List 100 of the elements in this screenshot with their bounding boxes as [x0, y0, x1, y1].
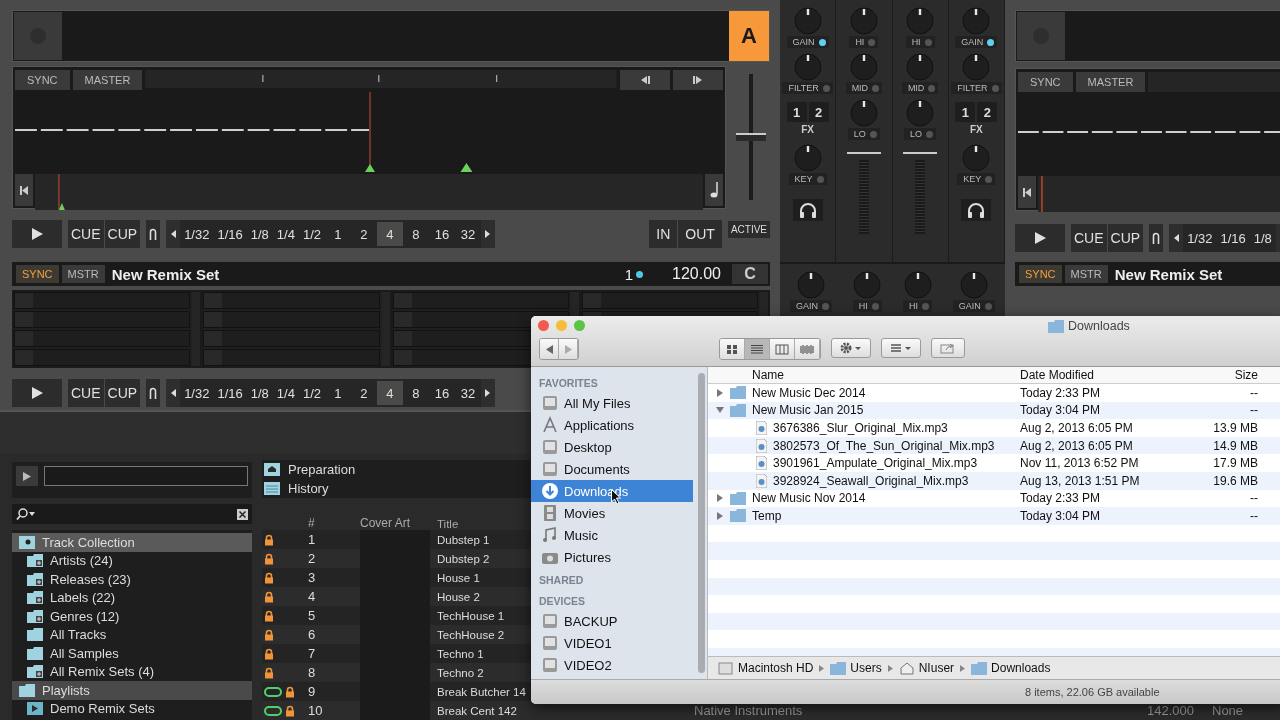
- tempo-button[interactable]: [705, 174, 723, 206]
- loop-size-button[interactable]: 1: [325, 222, 351, 246]
- column-header[interactable]: #: [308, 516, 360, 530]
- fx-unit-button[interactable]: 1: [955, 102, 976, 122]
- loop-size-button[interactable]: 8: [403, 381, 429, 405]
- jump-to-start-button[interactable]: [1018, 176, 1036, 208]
- view-mode-button[interactable]: [720, 339, 745, 359]
- tree-item[interactable]: Genres (12): [12, 607, 252, 626]
- loop-size-button[interactable]: 1/32: [1183, 226, 1217, 250]
- cue-monitor-button[interactable]: [792, 199, 823, 221]
- loop-size-button[interactable]: 2: [351, 381, 377, 405]
- loop-size-button[interactable]: 1/2: [298, 222, 325, 246]
- loop-size-button[interactable]: 16: [429, 381, 455, 405]
- view-mode-button[interactable]: [745, 339, 770, 359]
- sidebar-item[interactable]: Documents: [531, 458, 693, 480]
- play-button[interactable]: [12, 379, 62, 407]
- loop-size-button[interactable]: 4: [377, 222, 403, 246]
- loop-size-button[interactable]: 1/8: [1249, 226, 1276, 250]
- loop-size-button[interactable]: 1/8: [246, 381, 273, 405]
- cup-button[interactable]: CUP: [1107, 224, 1144, 252]
- tree-item[interactable]: Releases (23): [12, 570, 252, 589]
- sync-button[interactable]: SYNC: [15, 70, 70, 90]
- sidebar-item[interactable]: Music: [531, 524, 693, 546]
- sidebar-item[interactable]: All My Files: [531, 392, 693, 414]
- fx-unit-button[interactable]: 1: [786, 102, 807, 122]
- loop-size-button[interactable]: 1/16: [213, 381, 247, 405]
- action-menu-button[interactable]: [831, 338, 871, 358]
- loop-in-button[interactable]: IN: [649, 220, 678, 248]
- play-button[interactable]: [12, 220, 62, 248]
- loop-size-button[interactable]: 1/16: [1216, 226, 1250, 250]
- loop-size-button[interactable]: 4: [377, 381, 403, 405]
- column-header[interactable]: Date Modified: [1008, 368, 1208, 382]
- path-item[interactable]: Macintosh HD: [718, 661, 814, 675]
- tree-item[interactable]: All Remix Sets (4): [12, 662, 252, 681]
- active-button[interactable]: ACTIVE: [727, 220, 770, 238]
- loop-size-button[interactable]: 1/4: [272, 381, 299, 405]
- arrange-menu-button[interactable]: [881, 338, 921, 358]
- loop-size-button[interactable]: 1/2: [298, 381, 325, 405]
- fx-unit-button[interactable]: 2: [977, 102, 998, 122]
- sidebar-item[interactable]: Movies: [531, 502, 693, 524]
- disclosure-triangle-icon[interactable]: [716, 388, 724, 397]
- tree-item[interactable]: Labels (22): [12, 588, 252, 607]
- file-name[interactable]: 3802573_Of_The_Sun_Original_Mix.mp3: [773, 438, 995, 453]
- loop-button[interactable]: [146, 220, 161, 248]
- loop-out-button[interactable]: OUT: [678, 220, 722, 248]
- column-header[interactable]: Cover Art: [360, 516, 430, 530]
- tree-item[interactable]: Playlists: [12, 681, 252, 700]
- channel-fader[interactable]: [903, 152, 938, 234]
- file-name[interactable]: New Music Dec 2014: [752, 385, 866, 400]
- loop-size-button[interactable]: 1/32: [180, 381, 214, 405]
- loop-size-button[interactable]: 1/16: [213, 222, 247, 246]
- cue-button[interactable]: CUE: [68, 220, 104, 248]
- column-header[interactable]: Title: [430, 518, 459, 530]
- path-item[interactable]: Downloads: [971, 661, 1051, 675]
- tempo-slider[interactable]: [736, 74, 766, 200]
- master-button[interactable]: MSTR: [1064, 265, 1108, 283]
- loop-size-button[interactable]: 16: [429, 222, 455, 246]
- tempo-slider-thumb[interactable]: [736, 133, 766, 141]
- path-item[interactable]: NIuser: [898, 661, 955, 675]
- disclosure-triangle-icon[interactable]: [716, 511, 724, 520]
- tree-item[interactable]: All Tracks: [12, 625, 252, 644]
- cue-monitor-button[interactable]: [961, 199, 992, 221]
- view-mode-button[interactable]: [770, 339, 795, 359]
- master-button[interactable]: MASTER: [72, 70, 143, 90]
- file-name[interactable]: Temp: [752, 508, 782, 523]
- disclosure-triangle-icon[interactable]: [716, 494, 724, 503]
- sidebar-item[interactable]: Pictures: [531, 546, 693, 568]
- previous-button[interactable]: [1169, 224, 1184, 252]
- sidebar-item[interactable]: VIDEO2: [531, 654, 693, 676]
- search-field[interactable]: [12, 504, 252, 524]
- cup-button[interactable]: CUP: [104, 379, 141, 407]
- cue-button[interactable]: CUE: [1071, 224, 1107, 252]
- tree-item[interactable]: Artists (24): [12, 551, 252, 570]
- tree-item[interactable]: All Samples: [12, 644, 252, 663]
- loop-size-button[interactable]: 32: [455, 222, 481, 246]
- loop-size-button[interactable]: 1/8: [246, 222, 273, 246]
- column-header[interactable]: Size: [1208, 368, 1258, 382]
- favorite-item[interactable]: Preparation: [262, 460, 530, 479]
- back-button[interactable]: [540, 339, 559, 359]
- view-mode-button[interactable]: [795, 339, 820, 359]
- channel-fader[interactable]: [846, 152, 881, 234]
- scrollbar[interactable]: [698, 373, 705, 673]
- previous-button[interactable]: [166, 220, 181, 248]
- beatjump-back-button[interactable]: [620, 70, 670, 90]
- loop-size-button[interactable]: 32: [455, 381, 481, 405]
- favorite-item[interactable]: History: [262, 479, 530, 498]
- cup-button[interactable]: CUP: [104, 220, 141, 248]
- master-button[interactable]: MASTER: [1075, 72, 1146, 92]
- cue-button[interactable]: CUE: [68, 379, 104, 407]
- next-button[interactable]: [481, 379, 495, 407]
- file-name[interactable]: 3901961_Ampulate_Original_Mix.mp3: [773, 456, 978, 471]
- clear-icon[interactable]: [237, 508, 248, 520]
- fx-unit-button[interactable]: 2: [808, 102, 829, 122]
- master-button[interactable]: MSTR: [61, 265, 105, 283]
- next-button[interactable]: [481, 220, 495, 248]
- loop-button[interactable]: [146, 379, 161, 407]
- share-button[interactable]: [931, 338, 965, 358]
- file-name[interactable]: 3676386_Slur_Original_Mix.mp3: [773, 421, 948, 435]
- beatjump-forward-button[interactable]: [673, 70, 723, 90]
- sync-button[interactable]: SYNC: [16, 265, 59, 283]
